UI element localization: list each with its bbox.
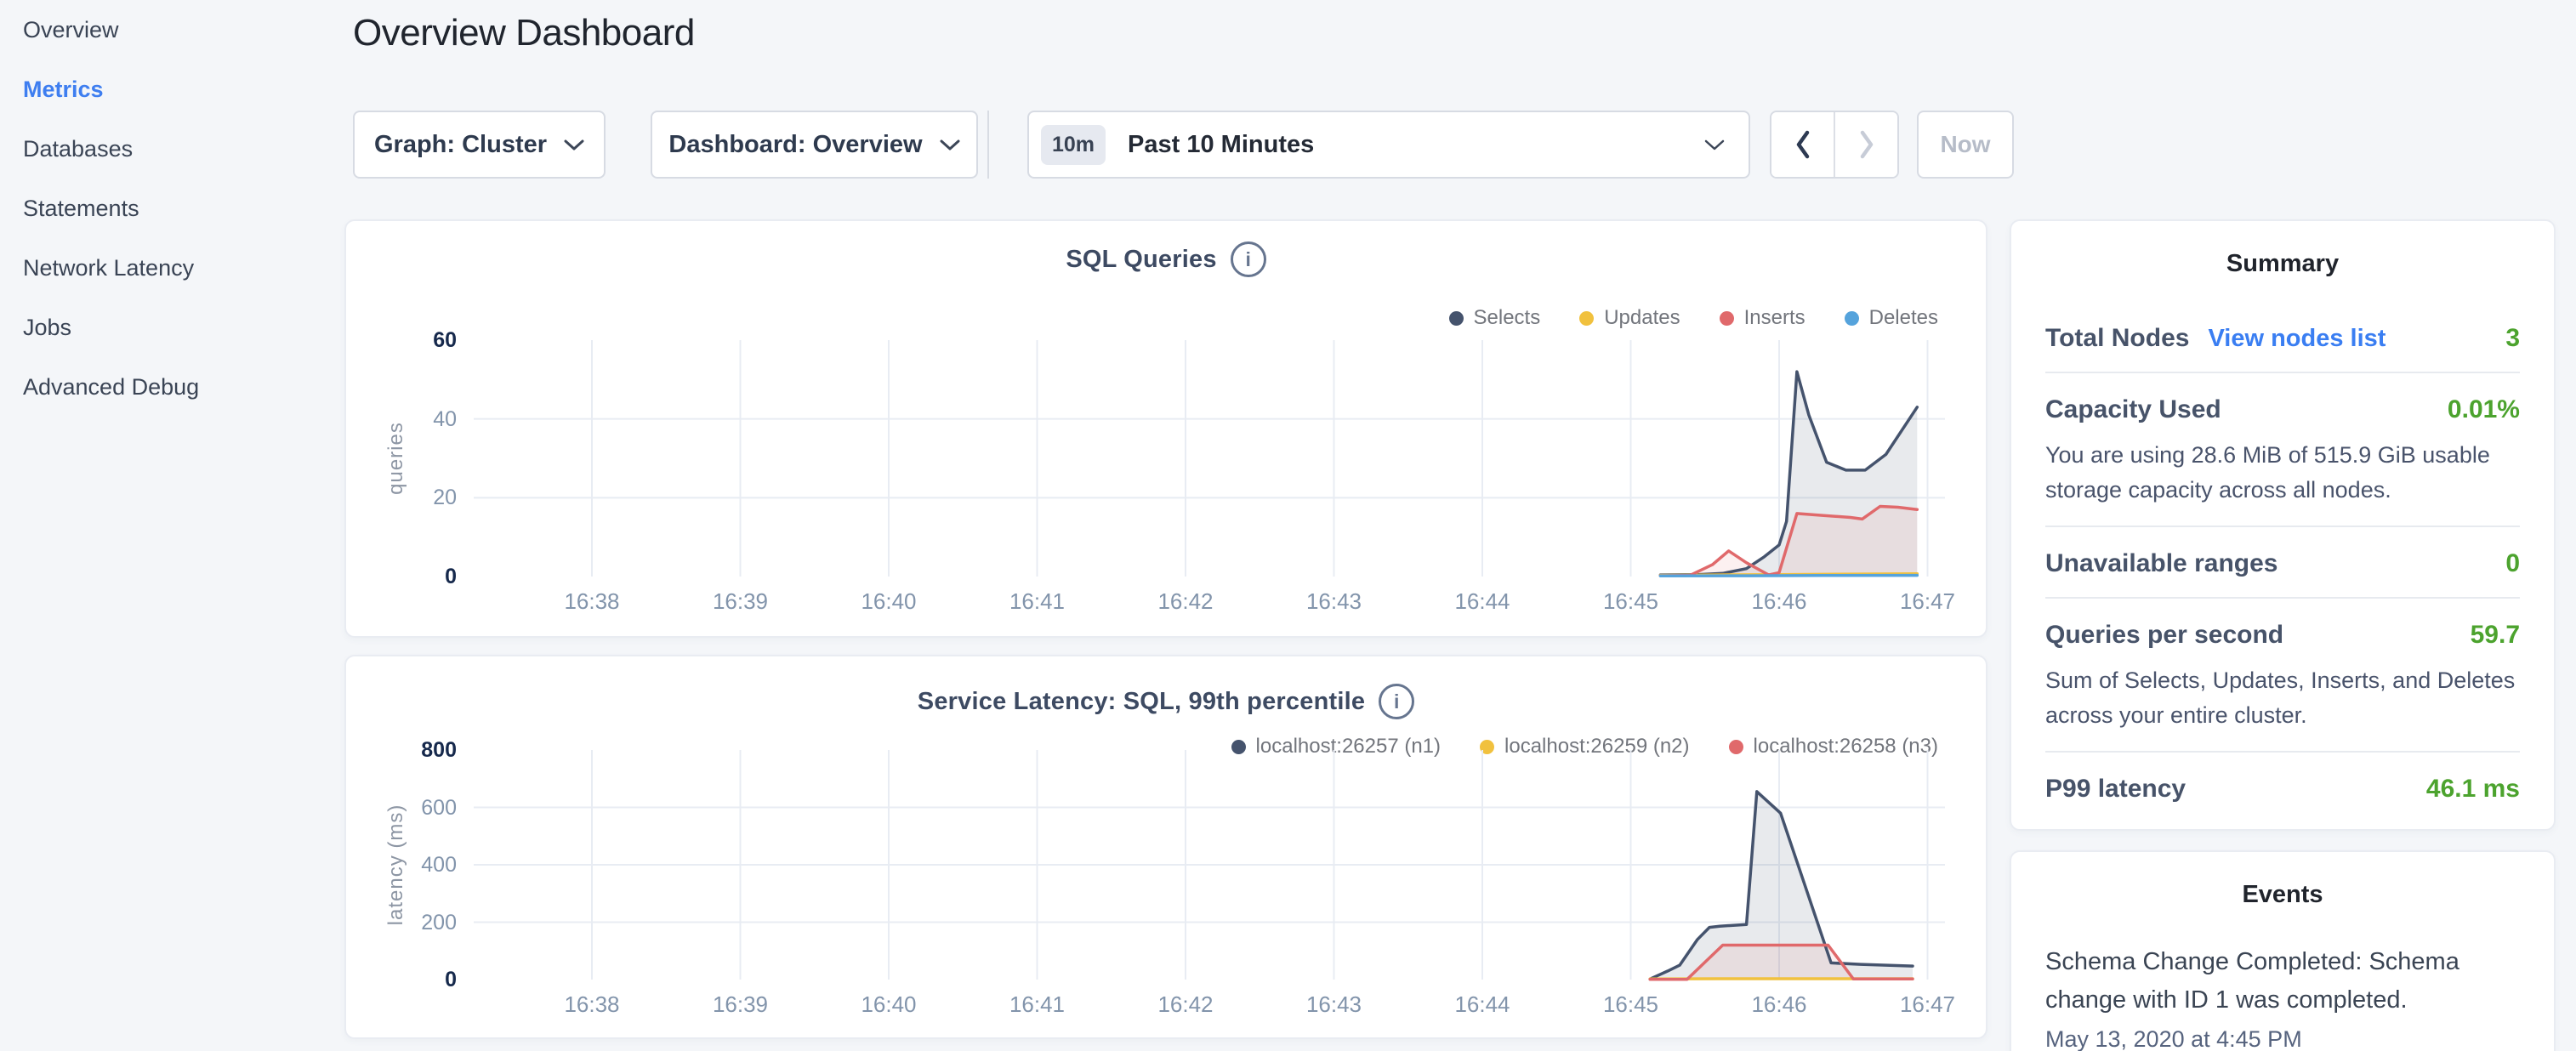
- legend-dot-icon: [1845, 311, 1859, 326]
- info-icon[interactable]: i: [1379, 684, 1414, 719]
- dashboard-dropdown-label: Dashboard: Overview: [668, 131, 922, 159]
- graph-dropdown[interactable]: Graph: Cluster: [353, 111, 606, 179]
- y-axis-label: latency (ms): [384, 737, 410, 992]
- x-axis-tick: 16:42: [1126, 588, 1245, 614]
- sql-queries-chart-card: SQL Queries i Selects Updates Inserts Delet…: [344, 219, 1987, 638]
- x-axis-tick: 16:39: [681, 991, 800, 1017]
- legend-label: Deletes: [1869, 306, 1938, 330]
- x-axis-tick: 16:41: [978, 588, 1097, 614]
- summary-row-value: 46.1 ms: [2426, 775, 2520, 804]
- summary-row-unavailable-ranges: Unavailable ranges 0: [2045, 526, 2520, 597]
- x-axis-tick: 16:38: [532, 588, 651, 614]
- sidebar-item-network-latency[interactable]: Network Latency: [23, 257, 340, 280]
- sidebar-item-jobs[interactable]: Jobs: [23, 316, 340, 339]
- x-axis-tick: 16:42: [1126, 991, 1245, 1017]
- x-axis-tick: 16:39: [681, 588, 800, 614]
- time-step-buttons: [1770, 111, 1899, 179]
- next-time-button[interactable]: [1834, 112, 1897, 177]
- legend-label: Inserts: [1744, 306, 1805, 330]
- header-divider: [987, 111, 989, 179]
- chevron-down-icon: [940, 139, 960, 151]
- page-title: Overview Dashboard: [353, 12, 695, 54]
- chevron-down-icon: [564, 139, 584, 151]
- legend-item: Selects: [1449, 306, 1541, 330]
- summary-title: Summary: [2045, 250, 2520, 278]
- sidebar: Overview Metrics Databases Statements Networ…: [0, 0, 340, 435]
- summary-row-label: P99 latency: [2045, 775, 2186, 804]
- summary-row-value: 0.01%: [2448, 395, 2520, 424]
- chevron-left-icon: [1794, 130, 1811, 159]
- x-axis-tick: 16:38: [532, 991, 651, 1017]
- time-range-badge: 10m: [1041, 125, 1106, 165]
- view-nodes-list-link[interactable]: View nodes list: [2208, 325, 2386, 353]
- info-icon[interactable]: i: [1231, 241, 1266, 277]
- sidebar-item-advanced-debug[interactable]: Advanced Debug: [23, 376, 340, 399]
- event-item-text[interactable]: Schema Change Completed: Schema change w…: [2045, 943, 2520, 1020]
- summary-row-capacity-used: Capacity Used 0.01% You are using 28.6 M…: [2045, 372, 2520, 526]
- x-axis-tick: 16:45: [1572, 991, 1691, 1017]
- x-axis-tick: 16:40: [829, 991, 948, 1017]
- legend-label: Selects: [1474, 306, 1541, 330]
- summary-row-label: Queries per second: [2045, 621, 2283, 650]
- now-button[interactable]: Now: [1917, 111, 2014, 179]
- previous-time-button[interactable]: [1771, 112, 1834, 177]
- x-axis-tick: 16:44: [1423, 588, 1542, 614]
- db-console-page: Overview Metrics Databases Statements Networ…: [0, 0, 2576, 1051]
- y-axis-label: queries: [384, 331, 410, 586]
- time-range-label: Past 10 Minutes: [1128, 131, 1314, 159]
- sidebar-item-metrics[interactable]: Metrics: [23, 78, 340, 101]
- summary-row-p99-latency: P99 latency 46.1 ms: [2045, 751, 2520, 822]
- summary-rows: Total Nodes View nodes list 3 Capacity U…: [2045, 302, 2520, 822]
- summary-panel: Summary Total Nodes View nodes list 3 Ca…: [2010, 219, 2556, 831]
- x-axis-tick: 16:45: [1572, 588, 1691, 614]
- chevron-down-icon: [1704, 139, 1725, 151]
- service-latency-chart-card: Service Latency: SQL, 99th percentile i …: [344, 655, 1987, 1039]
- sidebar-item-databases[interactable]: Databases: [23, 138, 340, 161]
- chart-plot-area[interactable]: [474, 340, 1945, 577]
- summary-row-value: 59.7: [2471, 621, 2520, 650]
- summary-row-queries-per-second: Queries per second 59.7 Sum of Selects, …: [2045, 597, 2520, 751]
- sidebar-item-statements[interactable]: Statements: [23, 197, 340, 220]
- summary-row-label: Total Nodes: [2045, 324, 2189, 353]
- x-axis-tick: 16:40: [829, 588, 948, 614]
- legend-item: Updates: [1579, 306, 1680, 330]
- legend-dot-icon: [1579, 311, 1594, 326]
- x-axis-tick: 16:46: [1720, 588, 1839, 614]
- dashboard-dropdown[interactable]: Dashboard: Overview: [651, 111, 978, 179]
- chevron-right-icon: [1858, 130, 1875, 159]
- summary-row-label: Unavailable ranges: [2045, 549, 2277, 578]
- chart-legend: Selects Updates Inserts Deletes: [1449, 306, 1939, 330]
- series-line-deletes: [1660, 576, 1917, 577]
- x-axis-tick: 16:43: [1275, 588, 1394, 614]
- legend-dot-icon: [1449, 311, 1464, 326]
- summary-row-label: Capacity Used: [2045, 395, 2221, 424]
- time-range-selector[interactable]: 10m Past 10 Minutes: [1027, 111, 1750, 179]
- legend-item: Inserts: [1720, 306, 1805, 330]
- x-axis-tick: 16:47: [1868, 991, 1987, 1017]
- summary-row-value: 3: [2505, 324, 2520, 353]
- summary-row-description: You are using 28.6 MiB of 515.9 GiB usab…: [2045, 438, 2520, 507]
- legend-label: Updates: [1604, 306, 1680, 330]
- summary-row-total-nodes: Total Nodes View nodes list 3: [2045, 302, 2520, 372]
- x-axis-tick: 16:41: [978, 991, 1097, 1017]
- events-panel: Events Schema Change Completed: Schema c…: [2010, 850, 2556, 1051]
- x-axis-tick: 16:43: [1275, 991, 1394, 1017]
- events-title: Events: [2045, 881, 2520, 909]
- summary-row-value: 0: [2505, 549, 2520, 578]
- chart-title-row: SQL Queries i: [346, 241, 1986, 277]
- chart-title-row: Service Latency: SQL, 99th percentile i: [346, 684, 1986, 719]
- summary-row-description: Sum of Selects, Updates, Inserts, and De…: [2045, 663, 2520, 732]
- x-axis-tick: 16:47: [1868, 588, 1987, 614]
- chart-title: SQL Queries: [1066, 246, 1216, 274]
- chart-title: Service Latency: SQL, 99th percentile: [918, 688, 1365, 716]
- legend-dot-icon: [1720, 311, 1734, 326]
- chart-plot-area[interactable]: [474, 750, 1945, 980]
- legend-item: Deletes: [1845, 306, 1938, 330]
- x-axis-tick: 16:46: [1720, 991, 1839, 1017]
- sidebar-item-overview[interactable]: Overview: [23, 19, 340, 42]
- event-item-time: May 13, 2020 at 4:45 PM: [2045, 1026, 2520, 1051]
- x-axis-tick: 16:44: [1423, 991, 1542, 1017]
- graph-dropdown-label: Graph: Cluster: [374, 131, 547, 159]
